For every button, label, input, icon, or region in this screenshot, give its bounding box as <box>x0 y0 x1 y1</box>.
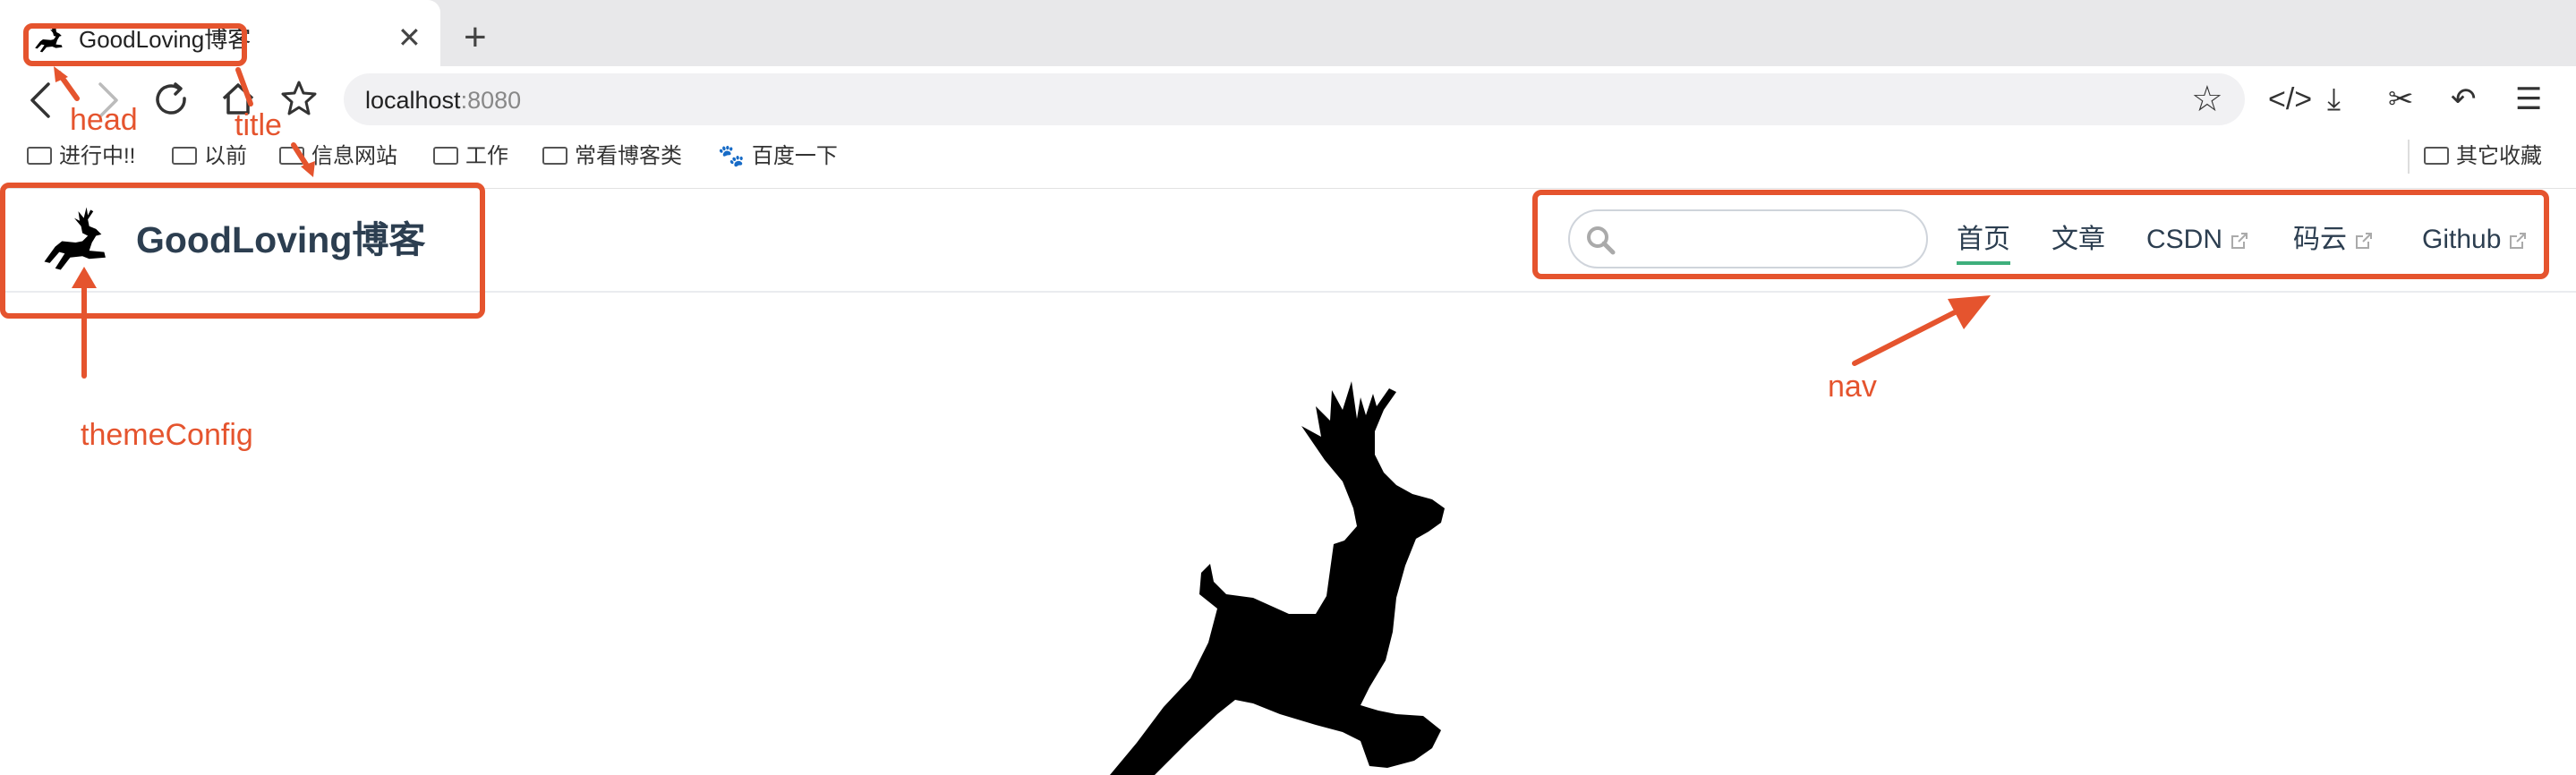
bookmark-label: 信息网站 <box>311 144 397 168</box>
bookmark-label: 工作 <box>465 144 508 168</box>
folder-icon <box>433 146 458 165</box>
annotation-nav: nav <box>1828 370 1877 404</box>
annotation-box-theme <box>0 183 485 319</box>
url-star-icon[interactable]: ☆ <box>2191 79 2223 120</box>
other-bookmarks[interactable]: 其它收藏 <box>2424 141 2542 172</box>
bookmark-item[interactable]: 以前 <box>172 141 247 172</box>
bookmark-item[interactable]: 工作 <box>433 141 508 172</box>
download-icon[interactable]: ⤓ <box>2327 79 2341 120</box>
new-tab-button[interactable]: + <box>464 14 487 61</box>
bookmark-item[interactable]: 信息网站 <box>279 141 397 172</box>
hero-deer-image <box>1110 381 1445 775</box>
bookmark-star-icon[interactable] <box>279 79 319 118</box>
folder-icon <box>279 146 304 165</box>
folder-icon <box>27 146 52 165</box>
annotation-box-tab <box>23 23 247 66</box>
bookmark-label: 其它收藏 <box>2456 144 2542 168</box>
bookmark-label: 百度一下 <box>751 144 838 168</box>
folder-icon <box>542 146 567 165</box>
undo-icon[interactable]: ↶ <box>2451 79 2477 120</box>
bookmark-label: 以前 <box>204 144 247 168</box>
bookmark-item[interactable]: 常看博客类 <box>542 141 682 172</box>
bookmark-item[interactable]: 🐾 百度一下 <box>718 141 838 172</box>
close-tab-icon[interactable]: ✕ <box>397 20 422 55</box>
scissors-icon[interactable]: ✂ <box>2388 79 2414 120</box>
baidu-paw-icon: 🐾 <box>718 144 745 168</box>
annotation-box-nav <box>1532 190 2549 279</box>
annotation-themeconfig: themeConfig <box>81 418 253 452</box>
folder-icon <box>172 146 197 165</box>
back-icon[interactable] <box>27 81 54 120</box>
annotation-title: title <box>235 108 282 142</box>
menu-icon[interactable]: ☰ <box>2515 79 2542 120</box>
devtools-icon[interactable]: </> <box>2268 79 2312 120</box>
url-text[interactable]: localhost:8080 <box>365 84 521 116</box>
url-host: localhost <box>365 87 461 114</box>
bookmark-item[interactable]: 进行中!! <box>27 141 135 172</box>
reload-icon[interactable] <box>152 81 192 120</box>
url-port: :8080 <box>460 87 522 114</box>
annotation-head: head <box>70 103 138 137</box>
folder-icon <box>2424 146 2449 165</box>
address-bar[interactable] <box>344 73 2245 125</box>
bookmark-label: 常看博客类 <box>575 144 682 168</box>
bookmark-label: 进行中!! <box>59 144 136 168</box>
bookmark-divider <box>2408 140 2410 174</box>
